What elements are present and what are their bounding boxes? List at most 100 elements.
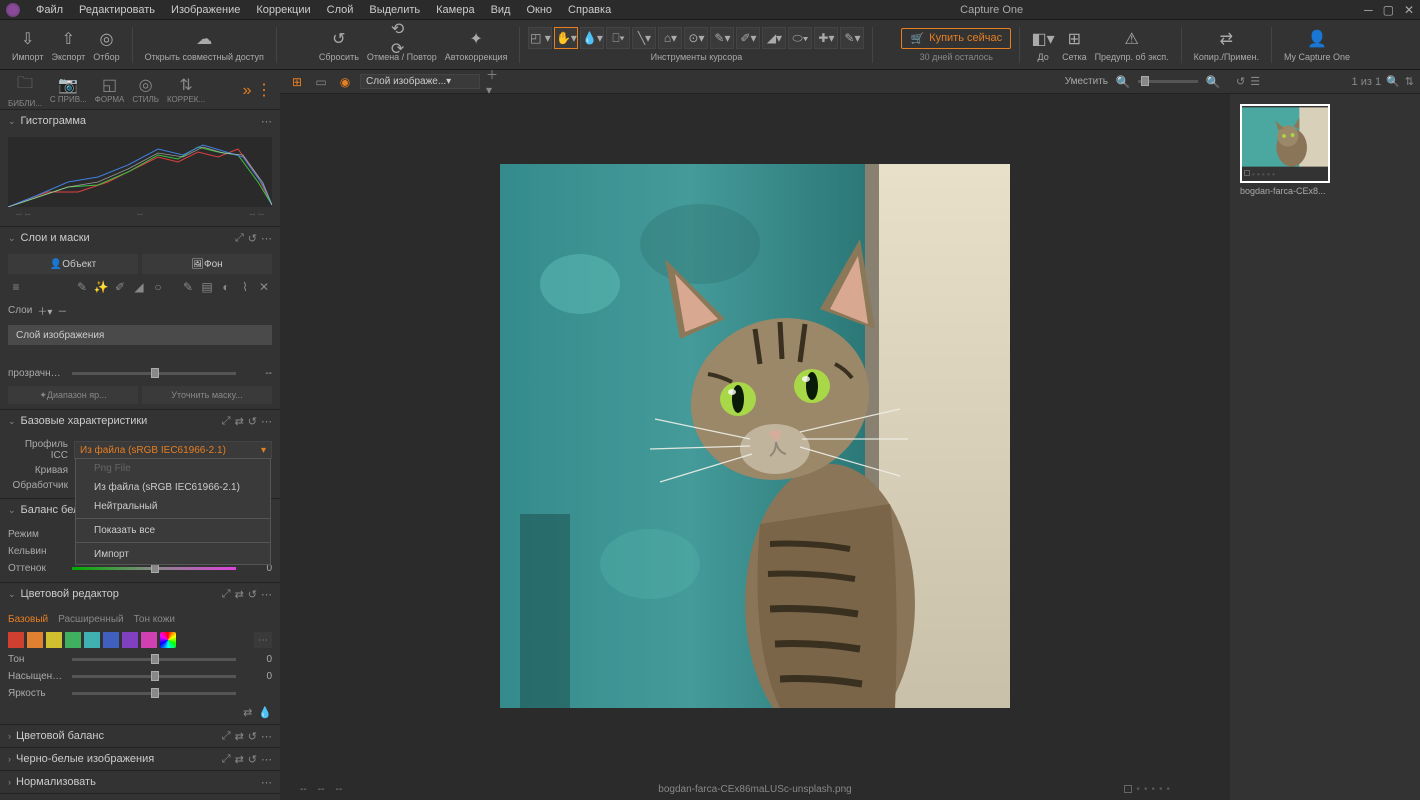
panel-head-bw[interactable]: ›Черно-белые изображения⤢ ⇄ ↺ ⋯ — [0, 748, 280, 770]
light-slider[interactable] — [72, 692, 236, 695]
eyedropper-icon[interactable]: 💧 — [258, 706, 272, 719]
local-copy-icon[interactable]: ⇄ — [243, 706, 252, 719]
menu-view[interactable]: Вид — [483, 2, 519, 18]
ce-tab-basic[interactable]: Базовый — [8, 614, 48, 625]
color-swatch[interactable] — [84, 632, 100, 648]
browser-sort-icon[interactable]: ⇅ — [1405, 75, 1414, 88]
reset-icon[interactable]: ↺ — [248, 415, 257, 428]
menu-icon[interactable]: ⋯ — [261, 415, 272, 428]
reset-button[interactable]: ↺Сбросить — [319, 28, 359, 62]
zoom-in-icon[interactable]: 🔍 — [1204, 74, 1222, 90]
auto-button[interactable]: ✦Автокоррекция — [445, 28, 508, 62]
copy-apply-button[interactable]: ⇄Копир./Примен. — [1194, 28, 1259, 62]
fit-label[interactable]: Уместить — [1065, 76, 1108, 87]
color-swatch[interactable] — [8, 632, 24, 648]
menu-help[interactable]: Справка — [560, 2, 619, 18]
copy-icon[interactable]: ⇄ — [235, 588, 244, 601]
tab-adjust[interactable]: ⇅КОРРЕК... — [163, 73, 209, 106]
tab-shape[interactable]: ◱ФОРМА — [91, 73, 129, 106]
cursor-keystone[interactable]: ⌂▾ — [658, 27, 682, 49]
cursor-wb[interactable]: 💧▾ — [580, 27, 604, 49]
panel-head-histogram[interactable]: ⌄ Гистограмма ⋯ — [0, 110, 280, 132]
menu-icon[interactable]: ⋯ — [261, 588, 272, 601]
close-button[interactable]: ✕ — [1404, 3, 1414, 17]
menu-icon[interactable]: ⋯ — [261, 232, 272, 245]
pin-icon[interactable]: ⤢ — [222, 415, 231, 428]
add-layer-button[interactable]: ＋▾ — [37, 303, 52, 318]
color-tag[interactable] — [1124, 785, 1132, 793]
menu-edit[interactable]: Редактировать — [71, 2, 163, 18]
exposure-warn-button[interactable]: ⚠Предупр. об эксп. — [1095, 28, 1169, 62]
rating-row[interactable]: ••••• — [1124, 784, 1170, 795]
swatch-more-button[interactable]: ⋯ — [254, 632, 272, 648]
color-swatch-all[interactable] — [160, 632, 176, 648]
feather-icon[interactable]: ⌇ — [237, 279, 253, 295]
browser-search-icon[interactable]: 🔍 — [1386, 75, 1400, 88]
canvas[interactable] — [280, 94, 1230, 778]
panel-head-base[interactable]: ⌄ Базовые характеристики ⤢ ⇄ ↺ ⋯ — [0, 410, 280, 432]
panel-head-color-ed[interactable]: ⌄ Цветовой редактор ⤢ ⇄ ↺ ⋯ — [0, 583, 280, 605]
minimize-button[interactable]: ─ — [1364, 3, 1373, 17]
cursor-erase[interactable]: ✐▾ — [736, 27, 760, 49]
cursor-spot[interactable]: ⊙▾ — [684, 27, 708, 49]
image-layer-item[interactable]: Слой изображения — [8, 325, 272, 345]
dropdown-from-file[interactable]: Из файла (sRGB IEC61966-2.1) — [76, 478, 270, 497]
export-button[interactable]: ⇧Экспорт — [51, 28, 85, 62]
tab-style[interactable]: ◎СТИЛЬ — [128, 73, 163, 106]
erase-icon[interactable]: ✐ — [112, 279, 128, 295]
menu-image[interactable]: Изображение — [163, 2, 248, 18]
color-swatch[interactable] — [46, 632, 62, 648]
ce-tab-skin[interactable]: Тон кожи — [134, 614, 175, 625]
my-capture-one-button[interactable]: 👤My Capture One — [1284, 28, 1350, 62]
menu-select[interactable]: Выделить — [361, 2, 428, 18]
linear-mask-icon[interactable]: ◢ — [131, 279, 147, 295]
cursor-brush[interactable]: ✎▾ — [710, 27, 734, 49]
thumbnail-item[interactable]: • • • • • — [1240, 104, 1330, 183]
panel-head-layers[interactable]: ⌄ Слои и маски ⤢ ↺ ⋯ — [0, 227, 280, 249]
color-swatch[interactable] — [122, 632, 138, 648]
cursor-hand[interactable]: ✋▾ — [554, 27, 578, 49]
opacity-slider[interactable] — [72, 372, 236, 375]
reset-icon[interactable]: ↺ — [248, 232, 257, 245]
cull-button[interactable]: ◎Отбор — [93, 28, 119, 62]
viewer-layer-select[interactable]: Слой изображе... ▾ — [360, 74, 480, 89]
view-single-icon[interactable]: ▭ — [312, 74, 330, 90]
cursor-pointer[interactable]: ◰ ▾ — [528, 27, 552, 49]
before-after-button[interactable]: ◧▾До — [1032, 28, 1054, 62]
icc-profile-select[interactable]: Из файла (sRGB IEC61966-2.1)▾ Png File И… — [74, 441, 272, 459]
panel-head-normalize[interactable]: ›Нормализовать⋯ — [0, 771, 280, 793]
cursor-gradient[interactable]: ◢▾ — [762, 27, 786, 49]
zoom-out-icon[interactable]: 🔍 — [1114, 74, 1132, 90]
zoom-slider[interactable] — [1138, 80, 1198, 83]
browser-view-icon[interactable]: ↺ — [1236, 75, 1245, 88]
menu-camera[interactable]: Камера — [428, 2, 482, 18]
hue-slider[interactable] — [72, 658, 236, 661]
canvas-image[interactable] — [500, 164, 1010, 708]
cursor-radial[interactable]: ⬭▾ — [788, 27, 812, 49]
color-swatch[interactable] — [65, 632, 81, 648]
cursor-crop[interactable]: ⎕▾ — [606, 27, 630, 49]
menu-file[interactable]: Файл — [28, 2, 71, 18]
dropdown-show-all[interactable]: Показать все — [76, 521, 270, 540]
grid-button[interactable]: ⊞Сетка — [1062, 28, 1086, 62]
tab-tether[interactable]: 📷С ПРИВ... — [46, 73, 91, 106]
pin-icon[interactable]: ⤢ — [222, 588, 231, 601]
brush-icon[interactable]: ✎ — [180, 279, 196, 295]
clear-icon[interactable]: ✕ — [256, 279, 272, 295]
color-swatch[interactable] — [103, 632, 119, 648]
tab-expand[interactable]: » ⋮ — [239, 78, 276, 102]
dropdown-import[interactable]: Импорт — [76, 545, 270, 564]
thumb-rating[interactable]: • • • • • — [1242, 168, 1328, 181]
menu-adjustments[interactable]: Коррекции — [248, 2, 318, 18]
ai-brush-icon[interactable]: ✨ — [93, 279, 109, 295]
pin-icon[interactable]: ⤢ — [235, 232, 244, 245]
remove-layer-button[interactable]: － — [57, 303, 67, 318]
background-button[interactable]: 🖼 Фон — [142, 254, 272, 274]
share-button[interactable]: ☁Открыть совместный доступ — [145, 28, 264, 62]
browser-sliders-icon[interactable]: ☰ — [1250, 75, 1260, 88]
mask-tool-1[interactable]: ≡ — [8, 279, 24, 295]
color-swatch[interactable] — [27, 632, 43, 648]
view-grid-icon[interactable]: ⊞ — [288, 74, 306, 90]
fill-icon[interactable]: ▤ — [199, 279, 215, 295]
dropdown-neutral[interactable]: Нейтральный — [76, 497, 270, 516]
